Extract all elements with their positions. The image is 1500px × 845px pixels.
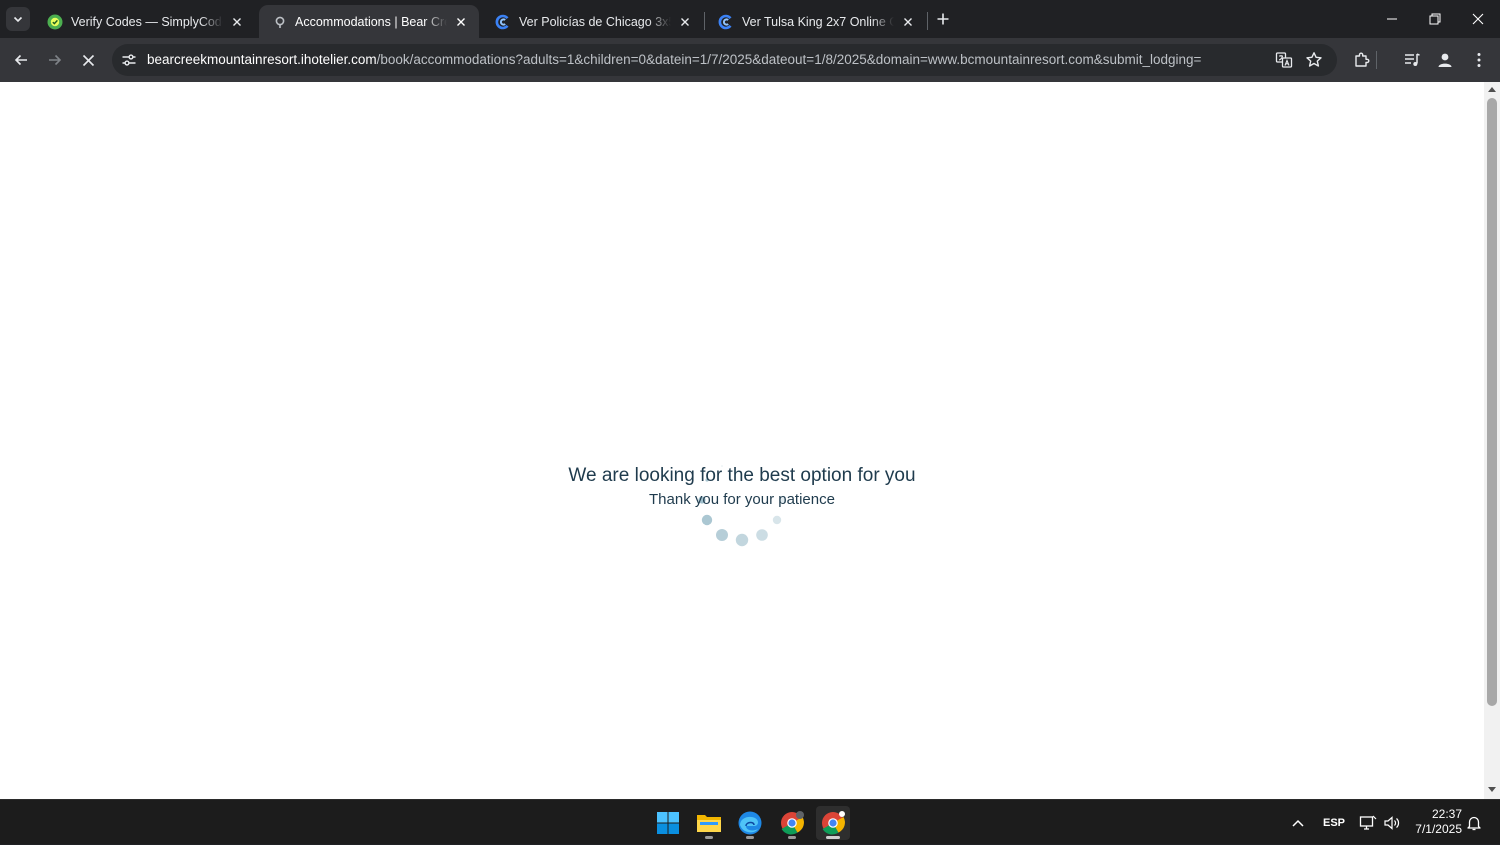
forward-button[interactable] <box>43 48 67 72</box>
page-viewport: We are looking for the best option for y… <box>0 82 1484 799</box>
edge-icon <box>738 811 762 835</box>
extensions-button[interactable] <box>1350 48 1374 72</box>
site-info-button[interactable] <box>120 51 138 69</box>
loading-message: We are looking for the best option for y… <box>568 465 916 486</box>
profile-button[interactable] <box>1433 48 1457 72</box>
minimize-button[interactable] <box>1370 0 1414 38</box>
network-icon <box>1359 815 1377 830</box>
taskbar: ESP 22:37 7/1/2025 <box>0 799 1500 844</box>
close-window-button[interactable] <box>1456 0 1500 38</box>
arrow-right-icon <box>49 54 62 66</box>
puzzle-icon <box>1355 52 1370 67</box>
tab-title: Verify Codes — SimplyCodes <box>71 14 223 29</box>
clock-time: 22:37 <box>1431 807 1462 821</box>
running-indicator <box>705 836 713 839</box>
site-favicon-icon <box>495 14 509 29</box>
browser-toolbar: bearcreekmountainresort.ihotelier.com/bo… <box>0 38 1500 82</box>
arrow-left-icon <box>14 54 27 66</box>
language-label: ESP <box>1322 816 1345 829</box>
tab-simplycodes[interactable]: Verify Codes — SimplyCodes <box>33 5 255 38</box>
tab-chicago[interactable]: Ver Policías de Chicago 3x5 Online Grati… <box>481 5 703 38</box>
url-host: bearcreekmountainresort.ihotelier.com <box>147 52 377 67</box>
page-scrollbar[interactable] <box>1484 82 1500 799</box>
chrome-profile-button[interactable] <box>816 806 850 840</box>
stop-loading-button[interactable] <box>76 48 100 72</box>
site-favicon-icon <box>718 14 732 29</box>
notifications-button[interactable] <box>1465 800 1483 845</box>
running-indicator <box>788 836 796 839</box>
tab-tulsa-king[interactable]: Ver Tulsa King 2x7 Online Gratis <box>704 5 926 38</box>
close-tab-icon[interactable] <box>453 14 469 30</box>
tab-title: Ver Policías de Chicago 3x5 Online Grati… <box>519 14 671 29</box>
folder-icon <box>697 815 721 832</box>
plus-icon <box>937 13 949 25</box>
star-icon <box>1306 52 1322 67</box>
translate-icon <box>1275 52 1293 68</box>
minimize-icon <box>1387 18 1397 20</box>
browser-menu-button[interactable] <box>1467 48 1491 72</box>
close-icon <box>82 54 94 66</box>
chrome-icon <box>781 811 804 835</box>
windows-logo-icon <box>657 812 679 834</box>
edge-button[interactable] <box>733 806 767 840</box>
close-icon <box>1472 13 1484 25</box>
scrollbar-thumb[interactable] <box>1487 98 1497 706</box>
tab-strip: Verify Codes — SimplyCodes Accommodation… <box>0 0 1500 38</box>
simplycodes-favicon-icon <box>47 14 63 29</box>
new-tab-button[interactable] <box>933 9 953 29</box>
language-indicator[interactable]: ESP <box>1320 800 1348 845</box>
chevron-up-icon <box>1292 819 1304 827</box>
scroll-down-arrow-icon[interactable] <box>1488 787 1496 793</box>
speaker-icon <box>1384 815 1400 830</box>
chrome-button[interactable] <box>775 806 809 840</box>
more-vertical-icon <box>1477 53 1481 67</box>
volume-button[interactable] <box>1382 800 1402 845</box>
tune-icon <box>122 54 136 66</box>
show-hidden-icons-button[interactable] <box>1288 800 1308 845</box>
clock-date: 7/1/2025 <box>1415 822 1462 836</box>
start-button[interactable] <box>651 806 685 840</box>
loading-submessage: Thank you for your patience <box>649 491 835 508</box>
playlist-music-icon <box>1405 53 1420 66</box>
tab-title: Accommodations | Bear Creek Mountain Res… <box>295 14 447 29</box>
media-controls-button[interactable] <box>1400 48 1424 72</box>
loading-favicon-icon <box>275 16 285 28</box>
restore-icon <box>1429 13 1441 25</box>
bell-icon <box>1467 816 1481 830</box>
tab-search-button[interactable] <box>6 7 30 31</box>
tab-separator <box>927 12 928 30</box>
person-icon <box>1438 53 1452 67</box>
running-indicator <box>746 836 754 839</box>
running-indicator <box>826 836 840 839</box>
file-explorer-button[interactable] <box>692 806 726 840</box>
address-bar[interactable]: bearcreekmountainresort.ihotelier.com/bo… <box>112 44 1337 76</box>
close-tab-icon[interactable] <box>900 14 916 30</box>
bookmark-button[interactable] <box>1305 51 1323 69</box>
url-text[interactable]: bearcreekmountainresort.ihotelier.com/bo… <box>147 52 1267 67</box>
chevron-down-icon <box>13 16 23 23</box>
tab-bear-creek[interactable]: Accommodations | Bear Creek Mountain Res… <box>259 5 479 38</box>
url-path: /book/accommodations?adults=1&children=0… <box>376 52 1202 67</box>
close-tab-icon[interactable] <box>677 14 693 30</box>
close-tab-icon[interactable] <box>229 14 245 30</box>
clock[interactable]: 22:37 7/1/2025 <box>1408 807 1462 837</box>
scroll-up-arrow-icon[interactable] <box>1488 86 1496 92</box>
network-button[interactable] <box>1358 800 1378 845</box>
toolbar-separator <box>1376 51 1377 69</box>
translate-button[interactable] <box>1275 51 1293 69</box>
restore-button[interactable] <box>1413 0 1457 38</box>
back-button[interactable] <box>9 48 33 72</box>
chrome-icon <box>822 811 845 835</box>
tab-title: Ver Tulsa King 2x7 Online Gratis <box>742 14 894 29</box>
